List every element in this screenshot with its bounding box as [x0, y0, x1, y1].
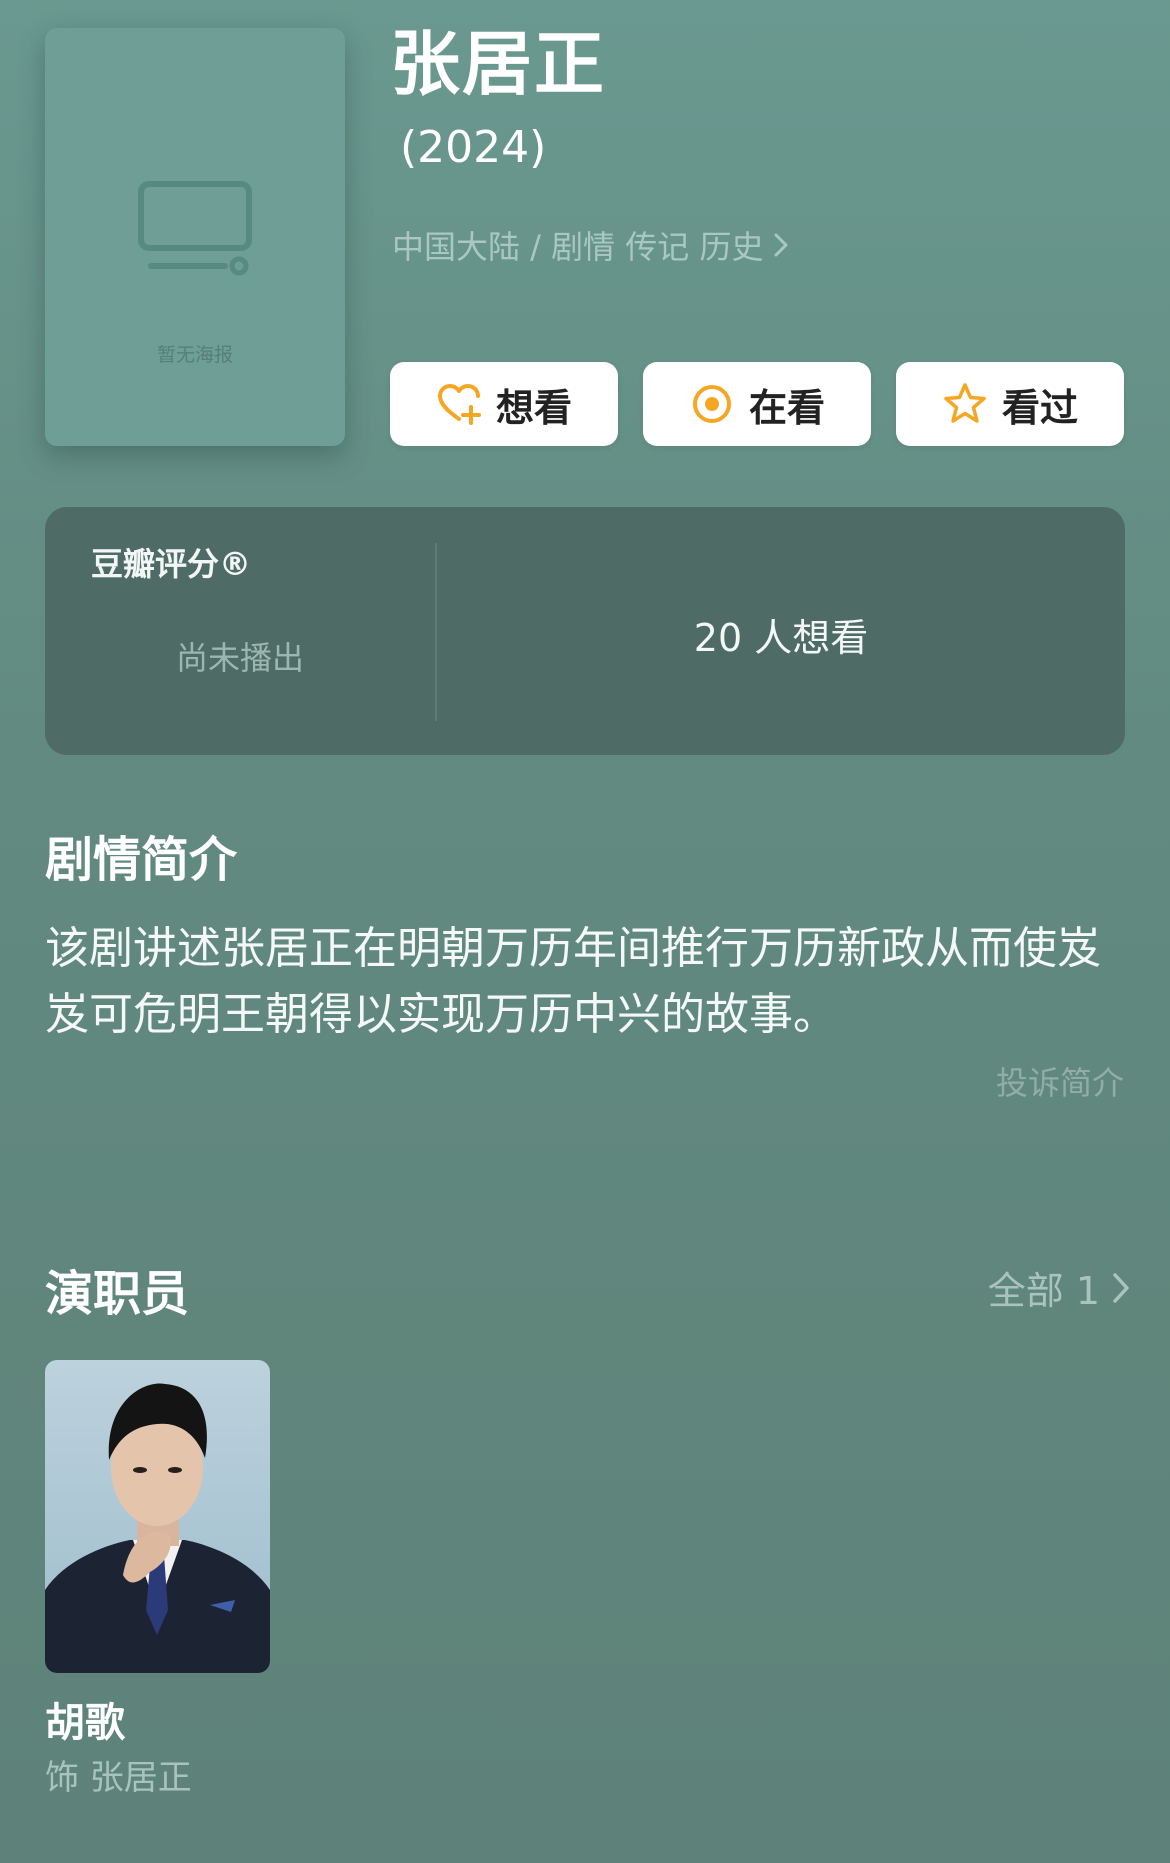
poster-placeholder[interactable]: 暂无海报	[45, 28, 345, 446]
watched-label: 看过	[1001, 385, 1078, 430]
want-to-watch-button[interactable]: 想看	[390, 362, 618, 446]
show-year: (2024)	[400, 122, 547, 173]
watching-button[interactable]: 在看	[643, 362, 871, 446]
cast-all-link[interactable]: 全部 1	[988, 1260, 1130, 1315]
chevron-right-icon	[774, 233, 788, 257]
target-circle-icon	[692, 385, 731, 423]
douban-rating-label: 豆瓣评分®	[91, 545, 252, 583]
poster-placeholder-text: 暂无海报	[156, 344, 233, 366]
rating-card[interactable]: 豆瓣评分® 尚未播出 20 人想看	[45, 507, 1125, 755]
synopsis-text: 该剧讲述张居正在明朝万历年间推行万历新政从而使岌岌可危明王朝得以实现万历中兴的故…	[45, 923, 1101, 1040]
show-meta-link[interactable]: 中国大陆 / 剧情 传记 历史	[392, 222, 789, 268]
show-title: 张居正	[390, 23, 606, 105]
cast-heading: 演职员	[45, 1266, 190, 1322]
tv-icon	[138, 181, 252, 276]
synopsis-heading: 剧情简介	[45, 832, 238, 888]
chevron-right-icon	[1113, 1272, 1129, 1303]
actor-portrait-image	[45, 1383, 270, 1673]
show-meta-text: 中国大陆 / 剧情 传记 历史	[392, 228, 764, 266]
report-synopsis-link[interactable]: 投诉简介	[996, 1058, 1124, 1104]
rating-status: 尚未播出	[175, 639, 304, 677]
actor-name[interactable]: 胡歌	[45, 1690, 125, 1748]
actor-photo[interactable]	[45, 1360, 270, 1673]
want-to-watch-label: 想看	[495, 385, 572, 430]
watched-button[interactable]: 看过	[896, 362, 1124, 446]
cast-all-label: 全部 1	[987, 1269, 1100, 1313]
watching-label: 在看	[748, 385, 825, 430]
heart-plus-icon	[437, 384, 481, 425]
want-count: 20 人想看	[693, 616, 869, 660]
star-icon	[944, 383, 986, 423]
actor-role: 饰 张居正	[45, 1758, 192, 1798]
